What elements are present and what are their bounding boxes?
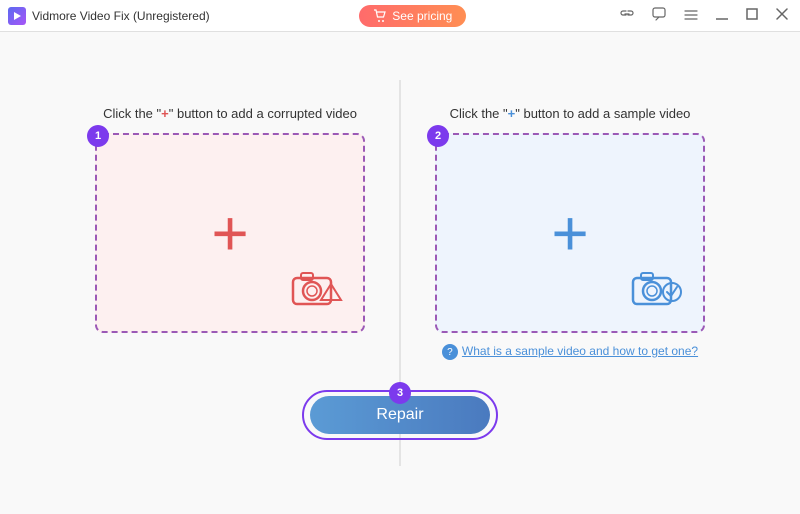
repair-row: 3 Repair (302, 390, 498, 440)
right-plus-label: + (508, 106, 516, 121)
sample-video-dropzone[interactable]: 2 + (435, 133, 705, 333)
left-plus-label: + (161, 106, 169, 121)
minimize-button[interactable] (712, 6, 732, 25)
title-bar-left: Vidmore Video Fix (Unregistered) (8, 7, 210, 25)
cart-icon (373, 9, 387, 23)
close-button[interactable] (772, 6, 792, 25)
link-icon[interactable] (616, 5, 638, 26)
add-sample-icon: + (551, 201, 588, 265)
step-badge-1: 1 (87, 125, 109, 147)
app-title: Vidmore Video Fix (Unregistered) (32, 9, 210, 23)
corrupted-video-dropzone[interactable]: 1 + (95, 133, 365, 333)
help-link[interactable]: ? What is a sample video and how to get … (442, 343, 698, 360)
add-corrupted-icon: + (211, 201, 248, 265)
chat-icon[interactable] (648, 5, 670, 26)
help-text[interactable]: What is a sample video and how to get on… (462, 343, 698, 360)
corrupted-camera-icon (291, 268, 343, 311)
help-icon: ? (442, 344, 458, 360)
left-panel-title: Click the "+" button to add a corrupted … (103, 106, 357, 121)
title-bar-center: See pricing (359, 5, 466, 27)
repair-button-wrapper: 3 Repair (302, 390, 498, 440)
maximize-button[interactable] (742, 6, 762, 25)
see-pricing-button[interactable]: See pricing (359, 5, 466, 27)
sample-camera-icon (631, 268, 683, 311)
app-logo (8, 7, 26, 25)
step-badge-2: 2 (427, 125, 449, 147)
left-panel: Click the "+" button to add a corrupted … (60, 106, 400, 333)
right-panel: Click the "+" button to add a sample vid… (400, 106, 740, 360)
menu-icon[interactable] (680, 6, 702, 25)
title-bar: Vidmore Video Fix (Unregistered) See pri… (0, 0, 800, 32)
right-panel-title: Click the "+" button to add a sample vid… (450, 106, 691, 121)
step-badge-3: 3 (389, 382, 411, 404)
main-content: Click the "+" button to add a corrupted … (0, 32, 800, 514)
title-bar-controls (616, 5, 792, 26)
